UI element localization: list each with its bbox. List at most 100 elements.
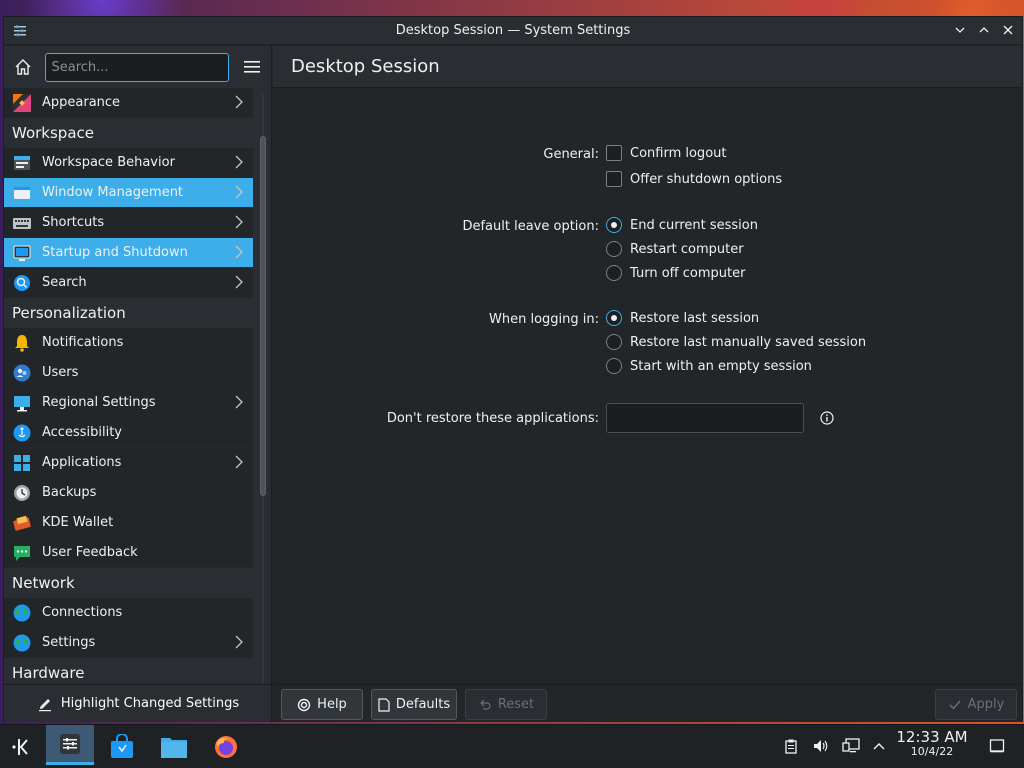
kde-launcher-icon	[12, 739, 28, 755]
minimize-button[interactable]	[952, 22, 968, 38]
sidebar-item-label: Settings	[42, 635, 96, 650]
sidebar-item-notifications[interactable]: Notifications	[4, 328, 253, 358]
clock-date: 10/4/22	[910, 745, 954, 758]
chevron-right-icon	[235, 455, 243, 472]
scrollbar-thumb[interactable]	[260, 136, 266, 496]
home-button[interactable]	[12, 55, 35, 79]
reset-button[interactable]: Reset	[465, 689, 547, 720]
sidebar-item-label: Workspace Behavior	[42, 155, 175, 170]
taskbar: 12:33 AM 10/4/22	[0, 724, 1024, 768]
sidebar-item-label: Accessibility	[42, 425, 122, 440]
globe-icon	[12, 603, 32, 623]
sidebar-category-workspace: Workspace	[4, 118, 253, 148]
info-icon[interactable]	[819, 410, 835, 426]
sidebar: Appearance Workspace Workspace Behavior Win…	[4, 46, 272, 722]
main-content: Desktop Session General: Confirm logout …	[273, 46, 1022, 722]
folder-icon	[161, 738, 187, 758]
general-label: General:	[543, 147, 599, 162]
taskbar-discover[interactable]	[104, 729, 140, 765]
sidebar-item-search[interactable]: Search	[4, 268, 253, 298]
users-icon	[12, 363, 32, 383]
system-settings-window: Desktop Session — System Settings Appear…	[3, 16, 1023, 722]
taskbar-dolphin[interactable]	[156, 729, 192, 765]
taskbar-firefox[interactable]	[208, 729, 244, 765]
leave-option-restart-radio[interactable]: Restart computer	[606, 241, 744, 257]
network-icon[interactable]	[842, 737, 860, 755]
system-settings-icon	[60, 733, 80, 754]
volume-icon[interactable]	[812, 737, 830, 755]
close-button[interactable]	[1000, 22, 1016, 38]
clock-time: 12:33 AM	[896, 728, 968, 746]
sidebar-item-kde-wallet[interactable]: KDE Wallet	[4, 508, 253, 538]
offer-shutdown-checkbox[interactable]: Offer shutdown options	[606, 171, 782, 187]
sidebar-item-connections[interactable]: Connections	[4, 598, 253, 628]
sidebar-category-personalization: Personalization	[4, 298, 253, 328]
sidebar-item-startup-and-shutdown[interactable]: Startup and Shutdown	[4, 238, 253, 268]
leave-option-turn-off-radio[interactable]: Turn off computer	[606, 265, 745, 281]
workspace-behavior-icon	[12, 153, 32, 173]
system-settings-app-icon[interactable]	[12, 23, 28, 39]
pencil-icon	[38, 698, 51, 711]
chevron-up-icon[interactable]	[870, 737, 888, 755]
sidebar-item-label: Window Management	[42, 185, 184, 200]
sidebar-item-shortcuts[interactable]: Shortcuts	[4, 208, 253, 238]
leave-option-end-session-radio[interactable]: End current session	[606, 217, 758, 233]
sidebar-item-regional-settings[interactable]: Regional Settings	[4, 388, 253, 418]
sidebar-item-label: User Feedback	[42, 545, 138, 560]
sidebar-item-settings[interactable]: Settings	[4, 628, 253, 658]
login-empty-session-radio[interactable]: Start with an empty session	[606, 358, 812, 374]
wallet-icon	[12, 513, 32, 533]
sidebar-item-backups[interactable]: Backups	[4, 478, 253, 508]
applications-icon	[12, 453, 32, 473]
highlight-changed-settings-button[interactable]: Highlight Changed Settings	[4, 684, 272, 722]
checkmark-icon	[949, 700, 961, 710]
login-restore-manual-session-radio[interactable]: Restore last manually saved session	[606, 334, 866, 350]
feedback-icon	[12, 543, 32, 563]
sidebar-item-label: Search	[42, 275, 87, 290]
sidebar-search-input[interactable]	[44, 52, 229, 82]
hamburger-menu-button[interactable]	[241, 55, 264, 79]
application-launcher-button[interactable]	[4, 729, 40, 765]
chevron-right-icon	[235, 275, 243, 292]
sidebar-item-label: Shortcuts	[42, 215, 105, 230]
titlebar[interactable]: Desktop Session — System Settings	[4, 17, 1022, 45]
confirm-logout-checkbox[interactable]: Confirm logout	[606, 145, 726, 161]
sidebar-item-window-management[interactable]: Window Management	[4, 178, 253, 208]
bell-icon	[12, 333, 32, 353]
help-button[interactable]: Help	[281, 689, 363, 720]
login-restore-last-session-radio[interactable]: Restore last session	[606, 310, 759, 326]
defaults-button[interactable]: Defaults	[371, 689, 457, 720]
sidebar-item-applications[interactable]: Applications	[4, 448, 253, 478]
chevron-right-icon	[235, 215, 243, 232]
sidebar-scrollbar[interactable]	[258, 94, 268, 684]
home-icon	[15, 59, 31, 75]
chevron-right-icon	[235, 635, 243, 652]
when-logging-in-label: When logging in:	[489, 312, 599, 327]
sidebar-item-label: Startup and Shutdown	[42, 245, 188, 260]
sidebar-item-user-feedback[interactable]: User Feedback	[4, 538, 253, 568]
chevron-right-icon	[235, 395, 243, 412]
chevron-right-icon	[235, 245, 243, 262]
chevron-right-icon	[235, 155, 243, 172]
clipboard-icon[interactable]	[782, 737, 800, 755]
taskbar-system-settings[interactable]	[46, 725, 94, 765]
window-title: Desktop Session — System Settings	[395, 23, 631, 38]
button-bar: Help Defaults Reset Apply	[273, 684, 1022, 722]
show-desktop-icon[interactable]	[988, 737, 1006, 755]
sidebar-item-users[interactable]: Users	[4, 358, 253, 388]
sidebar-item-label: KDE Wallet	[42, 515, 114, 530]
sidebar-item-workspace-behavior[interactable]: Workspace Behavior	[4, 148, 253, 178]
digital-clock[interactable]: 12:33 AM 10/4/22	[892, 728, 972, 758]
help-icon	[297, 698, 311, 711]
sidebar-item-accessibility[interactable]: Accessibility	[4, 418, 253, 448]
highlight-changed-settings-label: Highlight Changed Settings	[60, 696, 240, 711]
maximize-button[interactable]	[976, 22, 992, 38]
startup-icon	[12, 243, 32, 263]
default-leave-option-label: Default leave option:	[462, 219, 599, 234]
sidebar-item-appearance[interactable]: Appearance	[4, 88, 253, 118]
dont-restore-apps-input[interactable]	[606, 403, 804, 433]
sidebar-item-label: Users	[42, 365, 79, 380]
undo-icon	[479, 699, 491, 710]
apply-button[interactable]: Apply	[935, 689, 1017, 720]
discover-store-icon	[111, 734, 133, 758]
